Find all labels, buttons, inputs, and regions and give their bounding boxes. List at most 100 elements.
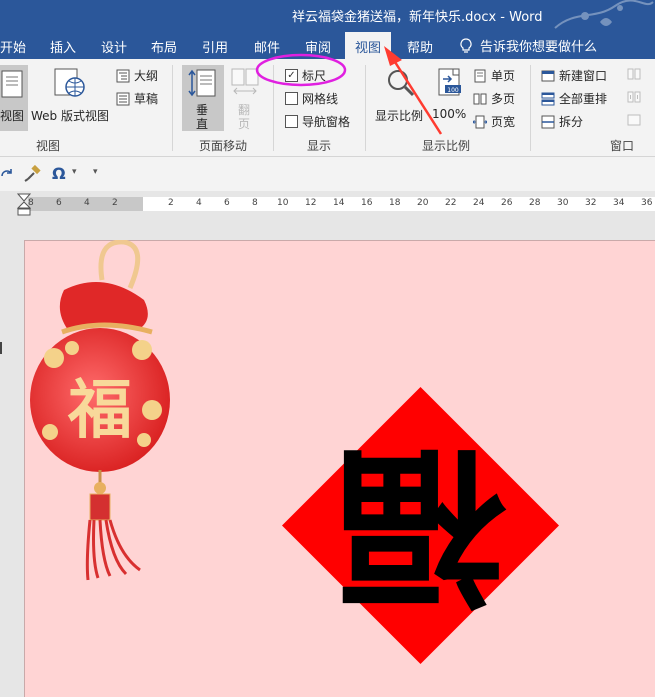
web-layout-button[interactable]: Web 版式视图: [31, 65, 111, 131]
ruler-number: 6: [56, 198, 62, 208]
ruler-number: 4: [196, 198, 202, 208]
side-to-side-button[interactable]: 翻页: [228, 65, 262, 131]
zoom-label: 显示比例: [375, 109, 424, 123]
quick-access-toolbar: Ω ▾ ▾: [0, 157, 655, 191]
ruler-number: 22: [445, 198, 457, 208]
ruler-check-icon: ✓: [285, 69, 298, 82]
zoom-button[interactable]: 显示比例: [373, 65, 429, 131]
ruler-number: 8: [252, 198, 258, 208]
symbol-button[interactable]: Ω: [52, 164, 66, 183]
customize-qat-icon[interactable]: ▾: [93, 167, 98, 177]
reset-window-icon: [627, 114, 641, 126]
vertical-button[interactable]: 垂直: [182, 65, 224, 131]
one-page-icon: [474, 69, 486, 82]
lucky-pouch-image[interactable]: 福: [24, 240, 184, 590]
gridlines-checkbox[interactable]: 网格线: [285, 90, 338, 107]
ruler-number: 8: [28, 198, 34, 208]
ribbon: 视图 Web 版式视图 大纲 草稿 视图 垂直 翻页 页面移动 ✓ 标尺 网格线…: [0, 59, 655, 157]
multiple-pages-button[interactable]: 多页: [473, 90, 515, 107]
reset-window-button[interactable]: [627, 113, 641, 127]
group-label-zoom: 显示比例: [422, 139, 471, 153]
tab-help[interactable]: 帮助: [407, 37, 433, 56]
arrange-all-icon: [541, 92, 555, 105]
zoom-100-icon: 100: [438, 68, 461, 96]
multiple-pages-icon: [473, 93, 487, 104]
ruler-checkbox[interactable]: ✓ 标尺: [285, 67, 326, 84]
page-width-label: 页宽: [491, 115, 516, 129]
format-painter-icon[interactable]: [24, 165, 42, 183]
tab-view[interactable]: 视图: [345, 32, 392, 59]
tab-references[interactable]: 引用: [202, 37, 228, 56]
ruler-number: 6: [224, 198, 230, 208]
pouch-character: 福: [67, 373, 132, 448]
ruler-number: 32: [585, 198, 597, 208]
new-window-button[interactable]: 新建窗口: [541, 67, 607, 84]
tell-me-label: 告诉我你想要做什么: [480, 40, 598, 55]
draft-icon: [116, 92, 130, 105]
window-title: 祥云福袋金猪送福，新年快乐.docx - Word: [292, 10, 543, 25]
tell-me-box[interactable]: 告诉我你想要做什么: [460, 36, 597, 55]
draft-label: 草稿: [134, 92, 159, 106]
sync-scrolling-button[interactable]: [627, 90, 641, 104]
outline-icon: [116, 69, 130, 82]
split-button[interactable]: 拆分: [541, 113, 583, 130]
sync-scrolling-icon: [627, 91, 641, 103]
page-width-icon: [473, 115, 487, 128]
outline-button[interactable]: 大纲: [116, 67, 158, 84]
draft-button[interactable]: 草稿: [116, 90, 158, 107]
ruler-number: 16: [361, 198, 373, 208]
tab-insert[interactable]: 插入: [50, 37, 76, 56]
web-layout-icon: [54, 68, 85, 97]
one-page-button[interactable]: 单页: [473, 67, 515, 84]
ruler-number: 2: [168, 198, 174, 208]
horizontal-ruler[interactable]: 8 6 4 2 2 4 6 8 10 12 14 16 18 20 22 24 …: [0, 191, 655, 217]
split-label: 拆分: [559, 115, 584, 129]
vertical-ruler-marker: [0, 342, 2, 354]
view-side-by-side-button[interactable]: [627, 67, 641, 81]
tab-review[interactable]: 审阅: [305, 37, 331, 56]
ruler-number: 20: [417, 198, 429, 208]
symbol-dropdown-icon[interactable]: ▾: [72, 167, 77, 177]
ruler-label: 标尺: [302, 69, 327, 83]
redo-icon[interactable]: [0, 167, 14, 181]
multiple-pages-label: 多页: [491, 92, 516, 106]
group-label-views: 视图: [36, 139, 61, 153]
magnifier-icon: [388, 70, 415, 97]
zoom-100-icon-text: 100: [447, 87, 459, 94]
new-window-label: 新建窗口: [559, 69, 608, 83]
outline-label: 大纲: [134, 69, 159, 83]
vertical-pages-icon: [188, 69, 216, 97]
ruler-number: 14: [333, 198, 345, 208]
arrange-all-button[interactable]: 全部重排: [541, 90, 607, 107]
nav-pane-check-icon: [285, 115, 298, 128]
read-mode-button[interactable]: 视图: [0, 65, 28, 131]
tab-layout[interactable]: 布局: [151, 37, 177, 56]
web-layout-label: Web 版式视图: [31, 109, 109, 123]
gridlines-check-icon: [285, 92, 298, 105]
nav-pane-checkbox[interactable]: 导航窗格: [285, 113, 350, 130]
ruler-number: 34: [613, 198, 625, 208]
vertical-ruler[interactable]: [0, 217, 10, 696]
group-separator: [273, 65, 274, 151]
tab-design[interactable]: 设计: [101, 37, 127, 56]
zoom-100-label: 100%: [432, 107, 467, 121]
tab-mailings[interactable]: 邮件: [254, 37, 280, 56]
floral-decoration-icon: [554, 0, 654, 29]
ruler-number: 36: [641, 198, 653, 208]
side-by-side-icon: [627, 68, 641, 80]
group-separator: [172, 65, 173, 151]
group-label-page-movement: 页面移动: [199, 139, 248, 153]
side-to-side-label: 翻页: [238, 103, 251, 131]
lightbulb-icon: [460, 37, 472, 53]
page-width-button[interactable]: 页宽: [473, 113, 515, 130]
arrange-all-label: 全部重排: [559, 92, 608, 106]
zoom-100-button[interactable]: 100 100%: [432, 65, 468, 131]
ruler-number: 10: [277, 198, 289, 208]
ruler-number: 26: [501, 198, 513, 208]
gridlines-label: 网格线: [302, 92, 339, 106]
group-label-show: 显示: [307, 139, 332, 153]
group-label-window: 窗口: [610, 139, 635, 153]
title-bar: 祥云福袋金猪送福，新年快乐.docx - Word: [0, 0, 655, 32]
read-mode-label: 视图: [0, 109, 25, 123]
tab-home[interactable]: 开始: [0, 37, 26, 56]
